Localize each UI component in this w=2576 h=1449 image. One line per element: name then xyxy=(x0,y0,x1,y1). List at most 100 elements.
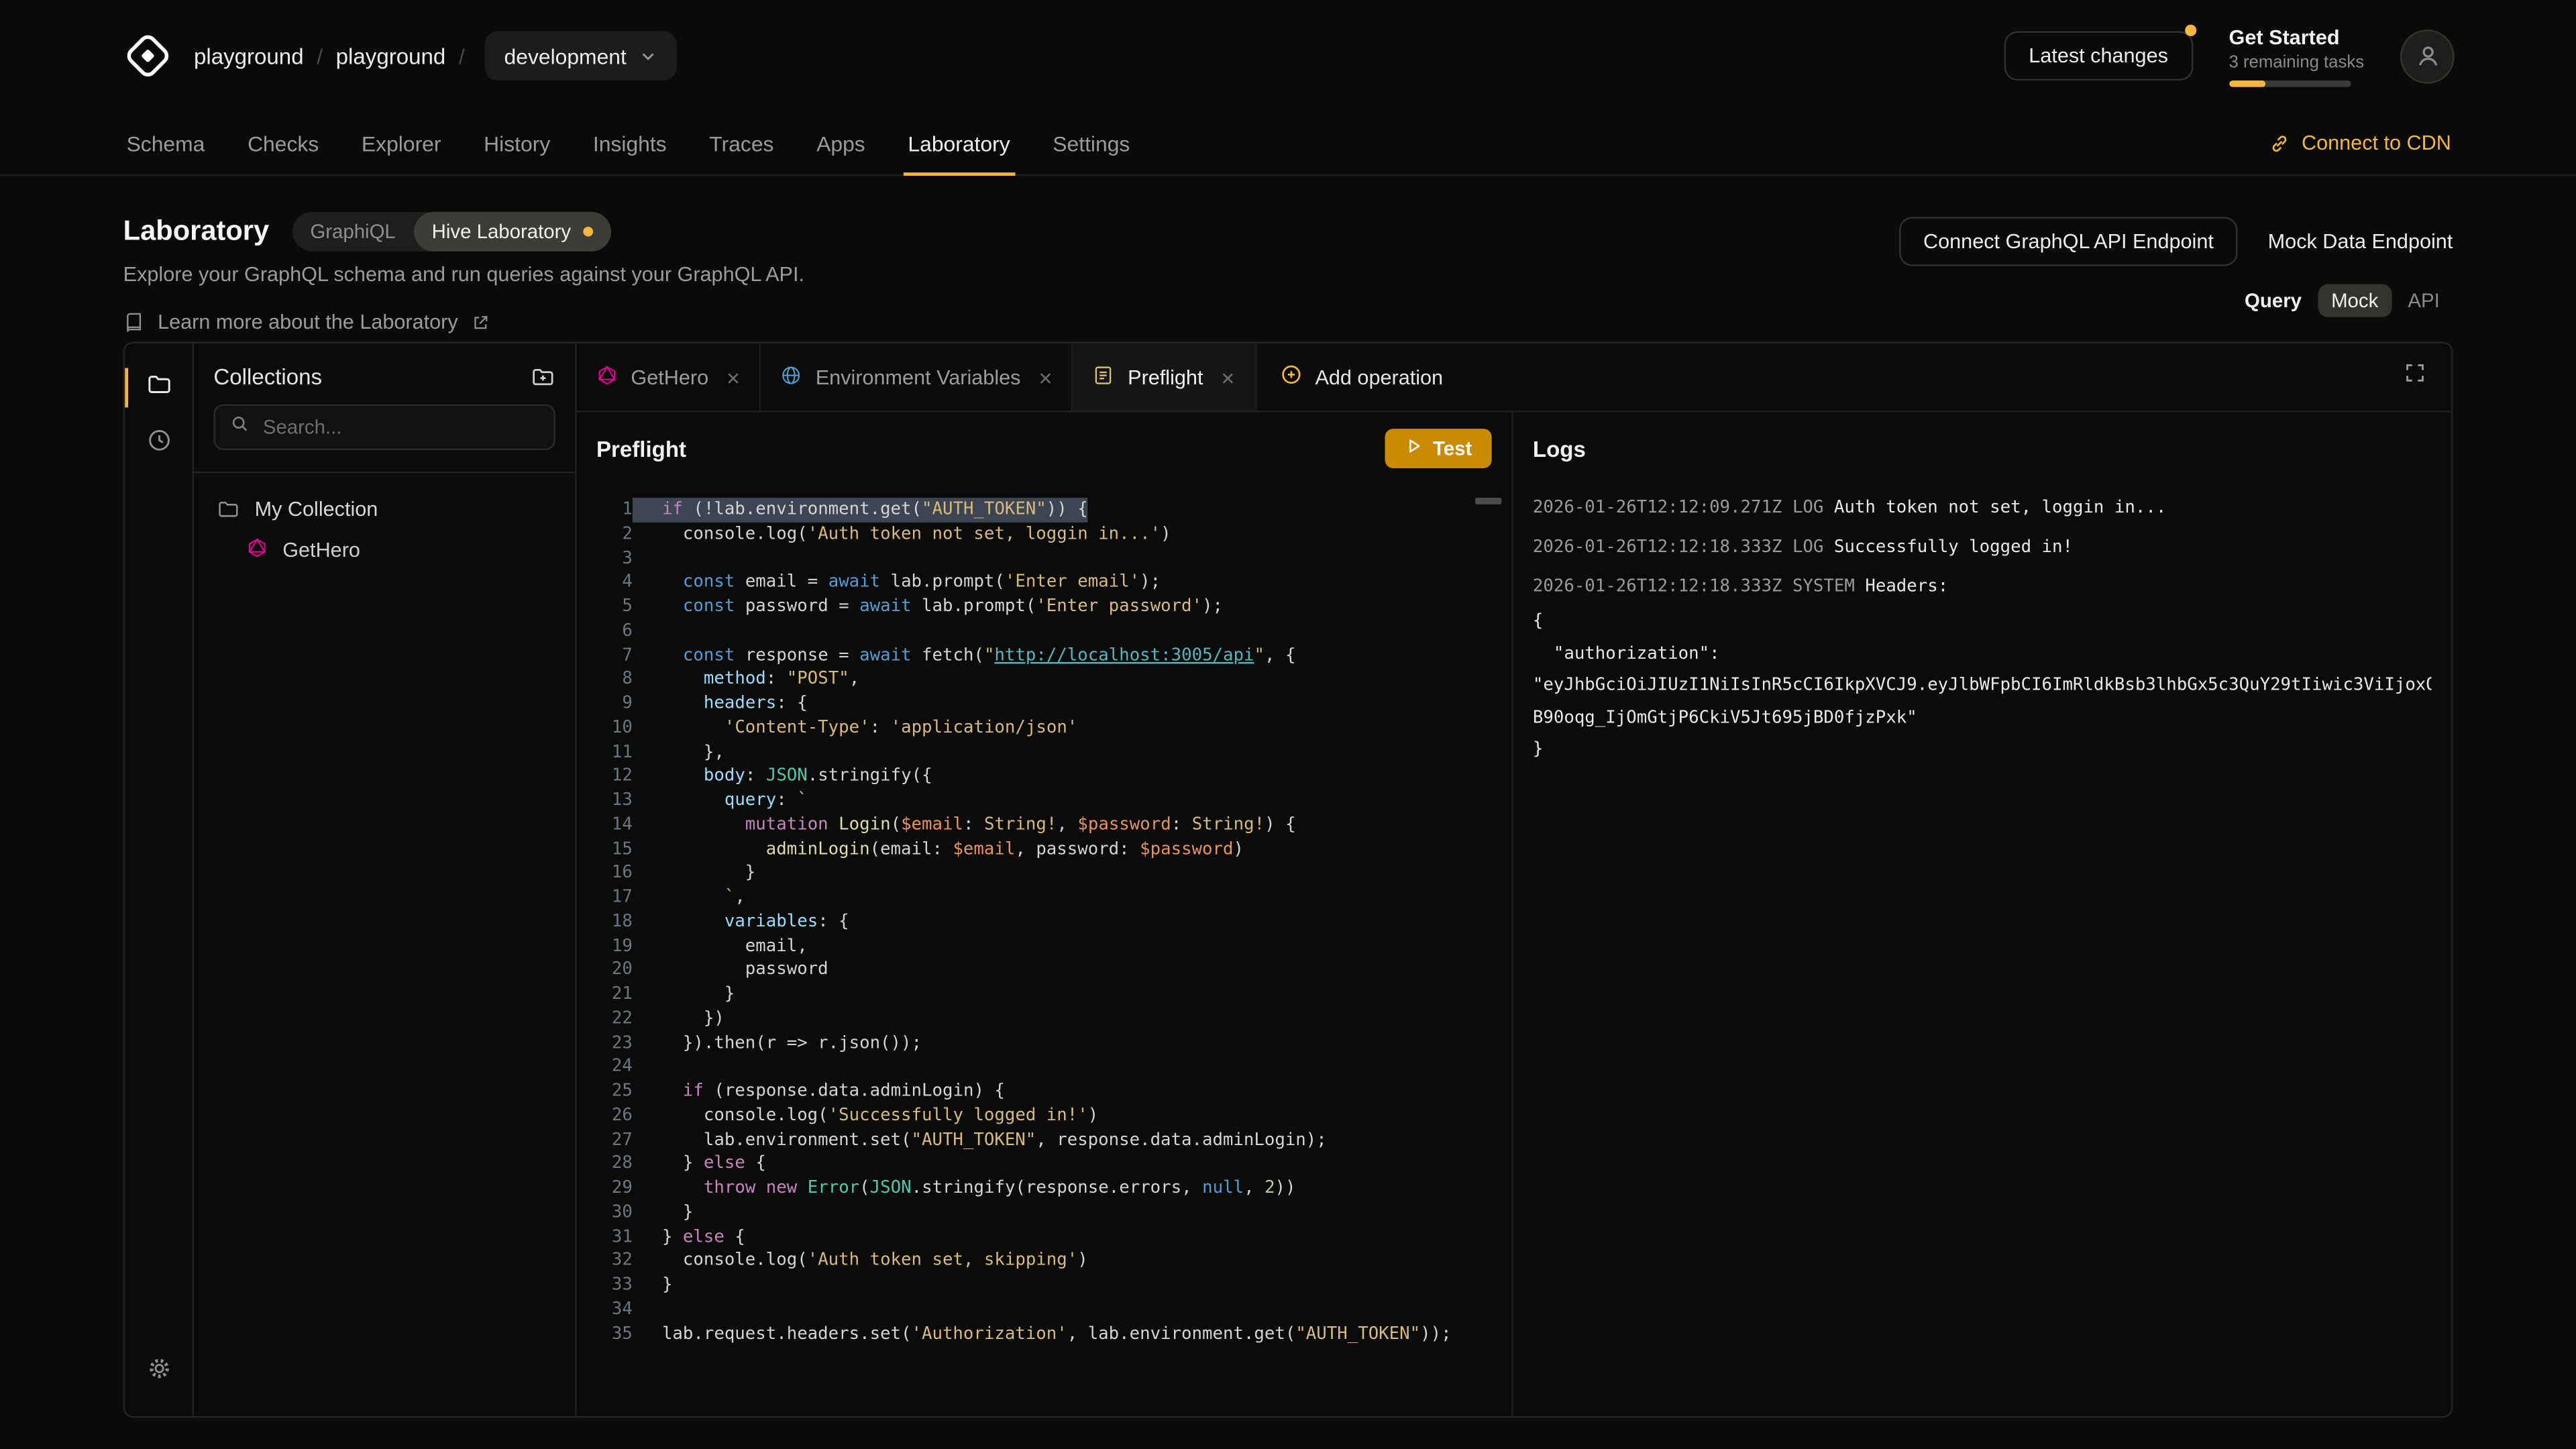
hive-logo-icon[interactable] xyxy=(121,30,174,82)
badge-hive-laboratory[interactable]: Hive Laboratory xyxy=(414,212,610,252)
get-started-title: Get Started xyxy=(2229,25,2365,48)
book-icon xyxy=(123,311,145,333)
code-line[interactable]: 1if (!lab.environment.get("AUTH_TOKEN"))… xyxy=(577,498,1511,522)
nav-item-laboratory[interactable]: Laboratory xyxy=(887,112,1032,174)
learn-more-link[interactable]: Learn more about the Laboratory xyxy=(123,311,2453,333)
nav-item-explorer[interactable]: Explorer xyxy=(340,112,462,174)
breadcrumb-org[interactable]: playground xyxy=(194,44,304,68)
connect-graphql-endpoint-button[interactable]: Connect GraphQL API Endpoint xyxy=(1898,217,2238,266)
collections-search[interactable] xyxy=(213,404,555,450)
code-line[interactable]: 4 const email = await lab.prompt('Enter … xyxy=(577,570,1511,594)
code-line[interactable]: 15 adminLogin(email: $email, password: $… xyxy=(577,837,1511,861)
line-number: 32 xyxy=(577,1249,633,1273)
badge-graphiql[interactable]: GraphiQL xyxy=(292,220,413,243)
latest-changes-button[interactable]: Latest changes xyxy=(2004,32,2193,80)
tab-label: Preflight xyxy=(1128,366,1203,388)
log-detail-line: } xyxy=(1533,735,2432,767)
code-line[interactable]: 11 }, xyxy=(577,740,1511,764)
avatar[interactable] xyxy=(2400,29,2455,83)
line-number: 9 xyxy=(577,692,633,716)
laboratory-mode-badge[interactable]: GraphiQL Hive Laboratory xyxy=(292,212,610,252)
line-number: 18 xyxy=(577,910,633,934)
line-number: 34 xyxy=(577,1297,633,1322)
get-started-progress-fill xyxy=(2229,80,2265,87)
breadcrumb-project[interactable]: playground xyxy=(336,44,446,68)
code-line[interactable]: 16 } xyxy=(577,861,1511,885)
line-number: 30 xyxy=(577,1201,633,1225)
nav-item-traces[interactable]: Traces xyxy=(688,112,796,174)
code-line[interactable]: 34 xyxy=(577,1297,1511,1322)
nav-item-schema[interactable]: Schema xyxy=(105,112,226,174)
code-line[interactable]: 9 headers: { xyxy=(577,692,1511,716)
code-line[interactable]: 2 console.log('Auth token not set, loggi… xyxy=(577,522,1511,546)
line-number: 4 xyxy=(577,570,633,594)
code-line[interactable]: 20 password xyxy=(577,958,1511,982)
nav-item-apps[interactable]: Apps xyxy=(795,112,886,174)
tab-preflight[interactable]: Preflight × xyxy=(1073,343,1256,411)
code-line[interactable]: 10 'Content-Type': 'application/json' xyxy=(577,716,1511,740)
code-line[interactable]: 32 console.log('Auth token set, skipping… xyxy=(577,1249,1511,1273)
tree-item-label: My Collection xyxy=(255,498,378,521)
code-editor[interactable]: 1if (!lab.environment.get("AUTH_TOKEN"))… xyxy=(577,484,1511,1416)
new-collection-icon[interactable] xyxy=(531,365,555,390)
get-started-widget[interactable]: Get Started 3 remaining tasks xyxy=(2229,25,2365,87)
close-icon[interactable]: × xyxy=(1038,366,1052,388)
code-line[interactable]: 21 } xyxy=(577,982,1511,1006)
tree-item-gethero[interactable]: GetHero xyxy=(194,529,575,572)
code-line[interactable]: 3 xyxy=(577,546,1511,570)
search-input[interactable] xyxy=(263,416,539,439)
tree-item-my-collection[interactable]: My Collection xyxy=(194,490,575,529)
nav-item-settings[interactable]: Settings xyxy=(1031,112,1151,174)
code-line[interactable]: 24 xyxy=(577,1055,1511,1079)
code-line[interactable]: 18 variables: { xyxy=(577,910,1511,934)
line-number: 35 xyxy=(577,1322,633,1346)
connect-to-cdn-link[interactable]: Connect to CDN xyxy=(2269,131,2471,154)
code-line[interactable]: 13 query: ` xyxy=(577,789,1511,813)
code-line[interactable]: 5 const password = await lab.prompt('Ent… xyxy=(577,595,1511,619)
close-icon[interactable]: × xyxy=(1221,366,1234,388)
code-line[interactable]: 28 } else { xyxy=(577,1152,1511,1176)
code-line[interactable]: 19 email, xyxy=(577,934,1511,958)
code-line[interactable]: 6 xyxy=(577,619,1511,643)
notification-dot xyxy=(2184,25,2196,36)
add-operation-label: Add operation xyxy=(1315,366,1443,388)
code-line[interactable]: 26 console.log('Successfully logged in!'… xyxy=(577,1104,1511,1128)
add-operation-button[interactable]: Add operation xyxy=(1256,343,1466,411)
close-icon[interactable]: × xyxy=(727,366,740,388)
code-line[interactable]: 27 lab.environment.set("AUTH_TOKEN", res… xyxy=(577,1128,1511,1152)
code-line[interactable]: 23 }).then(r => r.json()); xyxy=(577,1031,1511,1055)
code-line[interactable]: 29 throw new Error(JSON.stringify(respon… xyxy=(577,1176,1511,1200)
code-line[interactable]: 12 body: JSON.stringify({ xyxy=(577,764,1511,788)
tab-gethero[interactable]: GetHero × xyxy=(577,343,761,411)
code-line[interactable]: 22 }) xyxy=(577,1007,1511,1031)
target-selector[interactable]: development xyxy=(484,32,678,80)
code-line[interactable]: 31} else { xyxy=(577,1225,1511,1249)
mock-data-endpoint-button[interactable]: Mock Data Endpoint xyxy=(2268,230,2453,253)
code-line[interactable]: 33} xyxy=(577,1273,1511,1297)
code-line[interactable]: 8 method: "POST", xyxy=(577,667,1511,692)
fullscreen-button[interactable] xyxy=(2379,343,2451,411)
code-line[interactable]: 30 } xyxy=(577,1201,1511,1225)
line-number: 19 xyxy=(577,934,633,958)
test-button[interactable]: Test xyxy=(1385,429,1492,468)
code-line[interactable]: 25 if (response.data.adminLogin) { xyxy=(577,1079,1511,1104)
nav-item-history[interactable]: History xyxy=(462,112,572,174)
code-line[interactable]: 14 mutation Login($email: String!, $pass… xyxy=(577,813,1511,837)
minimap[interactable] xyxy=(1475,498,1501,504)
logs-panel: Logs 2026-01-26T12:12:09.271Z LOG Auth t… xyxy=(1513,413,2451,1416)
rail-collections-button[interactable] xyxy=(125,360,192,415)
code-line[interactable]: 35lab.request.headers.set('Authorization… xyxy=(577,1322,1511,1346)
nav-item-checks[interactable]: Checks xyxy=(226,112,340,174)
editor-logs-split: Preflight Test 1if (!lab.environment.get… xyxy=(577,413,2451,1416)
nav-item-insights[interactable]: Insights xyxy=(572,112,688,174)
code-line[interactable]: 7 const response = await fetch("http://l… xyxy=(577,643,1511,667)
rail-settings-button[interactable] xyxy=(125,1344,192,1399)
query-toggle-api[interactable]: API xyxy=(2395,284,2453,317)
laboratory-workspace: Collections My Collection xyxy=(123,341,2453,1417)
rail-history-button[interactable] xyxy=(125,416,192,472)
code-line[interactable]: 17 `, xyxy=(577,885,1511,910)
tab-environment-variables[interactable]: Environment Variables × xyxy=(761,343,1073,411)
latest-changes-label: Latest changes xyxy=(2029,44,2168,67)
code-lines: 1if (!lab.environment.get("AUTH_TOKEN"))… xyxy=(577,498,1511,1346)
query-toggle-mock[interactable]: Mock xyxy=(2318,284,2391,317)
